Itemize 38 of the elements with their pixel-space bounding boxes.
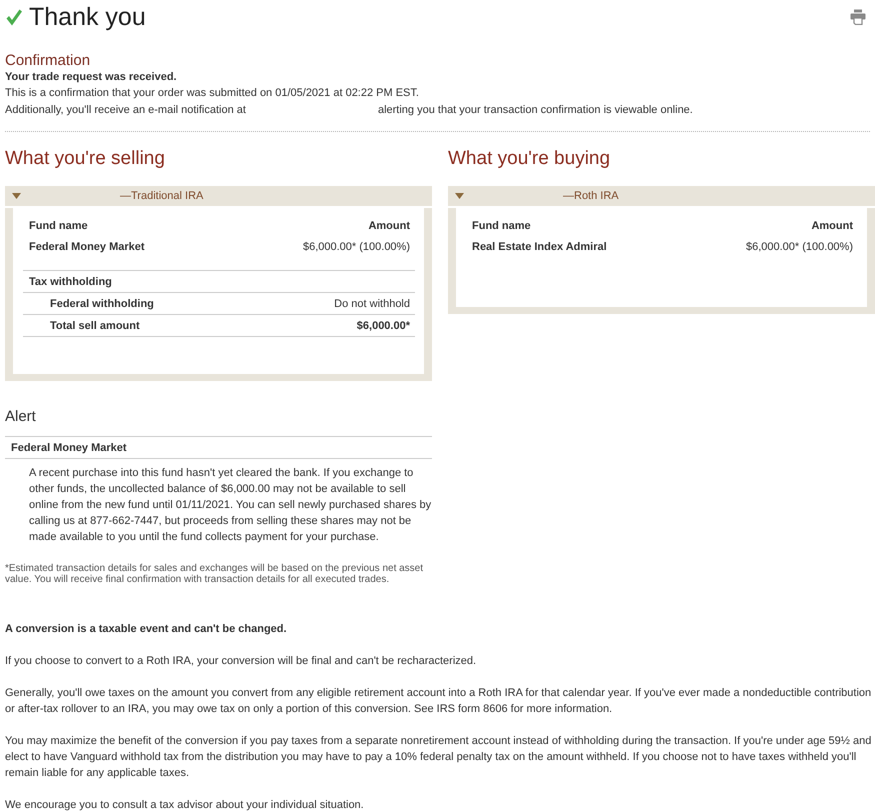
notice-paragraph: Generally, you'll owe taxes on the amount you convert from any eligible retirement account into a Roth IRA for that calendar year. If you've ever made a nondeductible contribution or after-tax rollover to an IRA, you may owe tax on only a portion of this conversion. See IRS form 8606 for more information. [5, 686, 872, 717]
fund-amount: $6,000.00* (100.00%) [746, 240, 853, 254]
section-heading: What you're selling [5, 148, 166, 170]
column-header: Fund name [29, 219, 88, 233]
account-header[interactable]: —Roth IRA [448, 186, 875, 206]
fund-name: Federal Money Market [29, 240, 145, 254]
notice-paragraph: If you choose to convert to a Roth IRA, your conversion will be final and can't be recharacterized. [5, 654, 478, 669]
row-value: $6,000.00* [356, 319, 410, 333]
row-label: Federal withholding [50, 297, 154, 311]
row-value: Do not withhold [334, 297, 410, 311]
caret-icon[interactable] [12, 193, 21, 199]
account-label: —Traditional IRA [120, 190, 204, 202]
column-header: Fund name [472, 219, 531, 233]
notice-paragraph: We encourage you to consult a tax advisor about your individual situation. [5, 798, 365, 812]
confirmation-heading: Confirmation [5, 52, 92, 70]
confirmation-text: This is a confirmation that your order was submitted on 01/05/2021 at 02:22 PM EST. [5, 86, 420, 101]
page-title: Thank you [29, 2, 146, 32]
column-header: Amount [811, 219, 853, 233]
column-header: Amount [368, 219, 410, 233]
checkmark-icon [6, 8, 22, 26]
row-label: Total sell amount [50, 319, 140, 333]
notification-text: Additionally, you'll receive an e-mail notification at [5, 103, 246, 118]
account-label: —Roth IRA [563, 190, 619, 202]
footnote-text: *Estimated transaction details for sales and exchanges will be based on the previous net asset value. You will receive final confirmation with transaction details for all executed trades. [5, 563, 424, 585]
account-header[interactable]: —Traditional IRA [5, 186, 432, 206]
alert-message: A recent purchase into this fund hasn't yet cleared the bank. If you exchange to other funds, the uncollected balance of $6,000.00 may not be available to sell online from the new fund until 01/11/2021. You can sell newly purchased shares by calling us at 877-662-7447, but proceeds from selling these shares may not be made available to you until the fund collects payment for your purchase. [28, 466, 432, 545]
notice-paragraph: You may maximize the benefit of the conversion if you pay taxes from a separate nonretirement account instead of withholding during the transaction. If you're under age 59½ and elect to have Vanguard withhold tax from the distribution you may have to pay a 10% federal penalty tax on the amount withheld. If you choose not to have taxes withheld you'll remain liable for any applicable taxes. [5, 734, 872, 781]
alert-fund-name: Federal Money Market [5, 437, 432, 459]
alert-heading: Alert [5, 408, 432, 437]
notice-heading: A conversion is a taxable event and can't be changed. [5, 622, 288, 637]
tax-heading: Tax withholding [23, 270, 415, 292]
notification-text: alerting you that your transaction confirmation is viewable online. [378, 103, 693, 118]
section-heading: What you're buying [448, 148, 612, 170]
confirmation-status-text: Your trade request was received. [5, 70, 178, 85]
print-icon[interactable] [850, 9, 866, 25]
fund-name: Real Estate Index Admiral [472, 240, 607, 254]
fund-amount: $6,000.00* (100.00%) [302, 240, 410, 254]
caret-icon[interactable] [455, 193, 464, 199]
